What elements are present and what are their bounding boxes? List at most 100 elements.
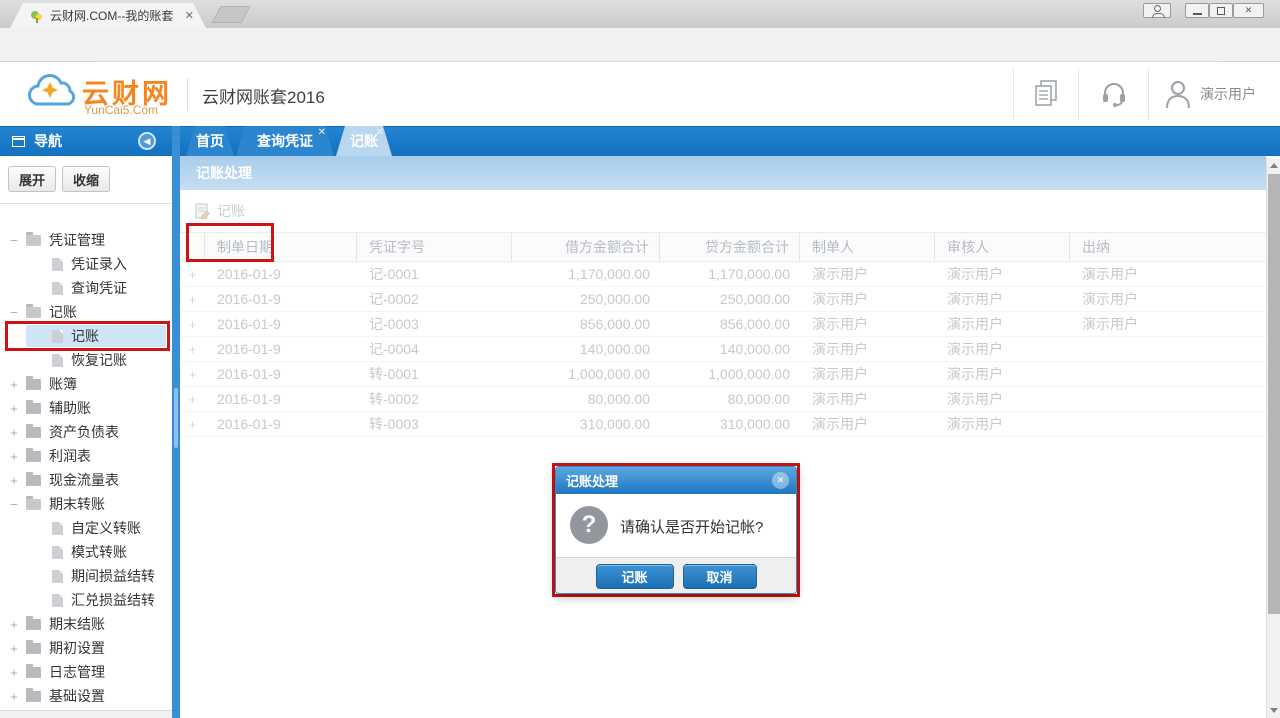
collapse-node-icon[interactable]: − bbox=[8, 497, 20, 512]
tab-close-icon[interactable]: ✕ bbox=[376, 127, 384, 138]
sidebar-hscrollbar[interactable] bbox=[0, 710, 172, 718]
cell-auditor: 演示用户 bbox=[935, 387, 1070, 411]
headset-icon bbox=[1099, 80, 1129, 108]
tree-item[interactable]: +辅助账 bbox=[0, 396, 172, 420]
expand-node-icon[interactable]: + bbox=[8, 617, 20, 632]
row-expand-icon[interactable]: + bbox=[180, 262, 205, 286]
table-row[interactable]: +2016-01-9记-0003856,000.00856,000.00演示用户… bbox=[180, 312, 1266, 337]
row-expand-icon[interactable]: + bbox=[180, 362, 205, 386]
tree-item[interactable]: +基础设置 bbox=[0, 684, 172, 708]
browser-profile-button[interactable] bbox=[1143, 3, 1171, 18]
vertical-scrollbar[interactable] bbox=[1266, 158, 1280, 718]
tree-item[interactable]: 恢复记账 bbox=[0, 348, 172, 372]
row-expand-icon[interactable]: + bbox=[180, 387, 205, 411]
cell-maker: 演示用户 bbox=[800, 387, 935, 411]
tree-item[interactable]: 汇兑损益结转 bbox=[0, 588, 172, 612]
dialog-title: 记账处理 bbox=[566, 471, 618, 490]
row-expand-icon[interactable]: + bbox=[180, 412, 205, 436]
tab-label: 记账 bbox=[350, 131, 378, 151]
tab-booking[interactable]: 记账 ✕ bbox=[336, 126, 392, 156]
tree-item[interactable]: +利润表 bbox=[0, 444, 172, 468]
user-menu[interactable]: 演示用户 bbox=[1148, 68, 1280, 120]
scroll-up-icon[interactable] bbox=[1270, 163, 1278, 168]
tab-close-icon[interactable]: ✕ bbox=[318, 127, 326, 138]
tab-query-voucher[interactable]: 查询凭证 ✕ bbox=[236, 126, 334, 156]
tree-item[interactable]: 自定义转账 bbox=[0, 516, 172, 540]
table-row[interactable]: +2016-01-9转-00011,000,000.001,000,000.00… bbox=[180, 362, 1266, 387]
grid-header-cell[interactable]: 制单人 bbox=[800, 233, 935, 261]
row-expand-icon[interactable]: + bbox=[180, 287, 205, 311]
window-restore-button[interactable] bbox=[1209, 3, 1233, 18]
table-row[interactable]: +2016-01-9转-0003310,000.00310,000.00演示用户… bbox=[180, 412, 1266, 437]
person-icon bbox=[1154, 5, 1161, 12]
grid-header-cell[interactable]: 审核人 bbox=[935, 233, 1070, 261]
tree-item[interactable]: 模式转账 bbox=[0, 540, 172, 564]
cell-date: 2016-01-9 bbox=[205, 287, 357, 311]
grid-header-cell[interactable]: 贷方金额合计 bbox=[660, 233, 800, 261]
support-button[interactable] bbox=[1078, 68, 1148, 120]
confirm-button[interactable]: 记账 bbox=[596, 564, 674, 589]
tree-item[interactable]: +期末结账 bbox=[0, 612, 172, 636]
cell-auditor: 演示用户 bbox=[935, 337, 1070, 361]
tree-item[interactable]: 期间损益结转 bbox=[0, 564, 172, 588]
annotation-box-dialog: 记账处理 ✕ ? 请确认是否开始记帐? 记账 取消 bbox=[552, 463, 800, 597]
grid-header-cell[interactable]: 制单日期 bbox=[205, 233, 357, 261]
tree-item-label: 期间损益结转 bbox=[71, 566, 155, 586]
cell-date: 2016-01-9 bbox=[205, 312, 357, 336]
tree-item[interactable]: −记账 bbox=[0, 300, 172, 324]
expand-node-icon[interactable]: + bbox=[8, 401, 20, 416]
cell-credit: 140,000.00 bbox=[660, 337, 800, 361]
tree-item[interactable]: 记账 bbox=[0, 324, 172, 348]
window-close-button[interactable]: ✕ bbox=[1233, 3, 1264, 18]
tree-item[interactable]: −期末转账 bbox=[0, 492, 172, 516]
cell-auditor: 演示用户 bbox=[935, 412, 1070, 436]
expand-node-icon[interactable]: + bbox=[8, 689, 20, 704]
table-row[interactable]: +2016-01-9记-0002250,000.00250,000.00演示用户… bbox=[180, 287, 1266, 312]
dialog-titlebar[interactable]: 记账处理 ✕ bbox=[556, 467, 796, 494]
expand-node-icon[interactable]: + bbox=[8, 473, 20, 488]
browser-tab[interactable]: 云财网.COM--我的账套 ✕ bbox=[10, 3, 206, 28]
collapse-node-icon[interactable]: − bbox=[8, 305, 20, 320]
row-expand-icon[interactable]: + bbox=[180, 312, 205, 336]
expand-node-icon[interactable]: + bbox=[8, 665, 20, 680]
tree-item[interactable]: +现金流量表 bbox=[0, 468, 172, 492]
grid-header-cell[interactable]: 出纳 bbox=[1070, 233, 1266, 261]
table-row[interactable]: +2016-01-9记-00011,170,000.001,170,000.00… bbox=[180, 262, 1266, 287]
grid-header-cell[interactable]: 借方金额合计 bbox=[512, 233, 660, 261]
cancel-button[interactable]: 取消 bbox=[683, 564, 757, 589]
table-row[interactable]: +2016-01-9记-0004140,000.00140,000.00演示用户… bbox=[180, 337, 1266, 362]
tree-item[interactable]: +日志管理 bbox=[0, 660, 172, 684]
grid-header-cell[interactable]: 凭证字号 bbox=[357, 233, 512, 261]
table-row[interactable]: +2016-01-9转-000280,000.0080,000.00演示用户演示… bbox=[180, 387, 1266, 412]
tree-item[interactable]: +资产负债表 bbox=[0, 420, 172, 444]
collapse-all-button[interactable]: 收缩 bbox=[62, 166, 110, 192]
expand-all-button[interactable]: 展开 bbox=[8, 166, 56, 192]
expand-node-icon[interactable]: + bbox=[8, 425, 20, 440]
tree-item[interactable]: 查询凭证 bbox=[0, 276, 172, 300]
sidebar-collapse-icon[interactable]: ◀ bbox=[138, 132, 156, 150]
folder-icon bbox=[26, 643, 41, 654]
cell-voucher: 记-0001 bbox=[357, 262, 512, 286]
scroll-down-icon[interactable] bbox=[1270, 708, 1278, 713]
tree-item[interactable]: −凭证管理 bbox=[0, 228, 172, 252]
collapse-node-icon[interactable]: − bbox=[8, 233, 20, 248]
new-tab-button[interactable] bbox=[211, 6, 250, 23]
post-button[interactable]: 记账 bbox=[194, 201, 245, 221]
dialog-close-icon[interactable]: ✕ bbox=[772, 472, 789, 489]
row-expand-icon[interactable]: + bbox=[180, 337, 205, 361]
cell-credit: 1,170,000.00 bbox=[660, 262, 800, 286]
folder-icon bbox=[26, 235, 41, 246]
tab-close-icon[interactable]: ✕ bbox=[185, 9, 194, 22]
tab-home[interactable]: 首页 bbox=[186, 126, 234, 156]
splitter-handle[interactable] bbox=[174, 388, 178, 448]
expand-node-icon[interactable]: + bbox=[8, 641, 20, 656]
expand-node-icon[interactable]: + bbox=[8, 377, 20, 392]
window-minimize-button[interactable] bbox=[1185, 3, 1209, 18]
documents-button[interactable] bbox=[1013, 68, 1078, 120]
tree-item[interactable]: 凭证录入 bbox=[0, 252, 172, 276]
scrollbar-thumb[interactable] bbox=[1268, 174, 1280, 614]
sidebar-splitter[interactable] bbox=[172, 126, 180, 718]
tree-item[interactable]: +账簿 bbox=[0, 372, 172, 396]
expand-node-icon[interactable]: + bbox=[8, 449, 20, 464]
tree-item[interactable]: +期初设置 bbox=[0, 636, 172, 660]
